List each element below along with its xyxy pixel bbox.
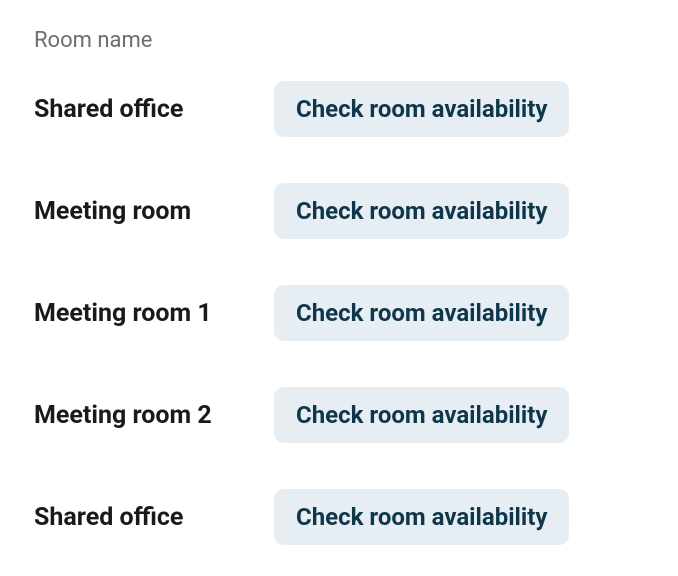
room-row: Shared office Check room availability: [34, 81, 644, 137]
room-name-label: Meeting room 2: [34, 401, 274, 430]
room-name-label: Shared office: [34, 503, 274, 532]
check-availability-button[interactable]: Check room availability: [274, 489, 569, 545]
room-name-label: Meeting room: [34, 197, 274, 226]
check-availability-button[interactable]: Check room availability: [274, 285, 569, 341]
room-list: Shared office Check room availability Me…: [34, 81, 644, 545]
room-row: Meeting room Check room availability: [34, 183, 644, 239]
check-availability-button[interactable]: Check room availability: [274, 183, 569, 239]
room-name-label: Meeting room 1: [34, 299, 274, 328]
room-name-label: Shared office: [34, 95, 274, 124]
room-row: Shared office Check room availability: [34, 489, 644, 545]
column-header-room-name: Room name: [34, 28, 644, 53]
check-availability-button[interactable]: Check room availability: [274, 387, 569, 443]
check-availability-button[interactable]: Check room availability: [274, 81, 569, 137]
room-row: Meeting room 2 Check room availability: [34, 387, 644, 443]
room-row: Meeting room 1 Check room availability: [34, 285, 644, 341]
